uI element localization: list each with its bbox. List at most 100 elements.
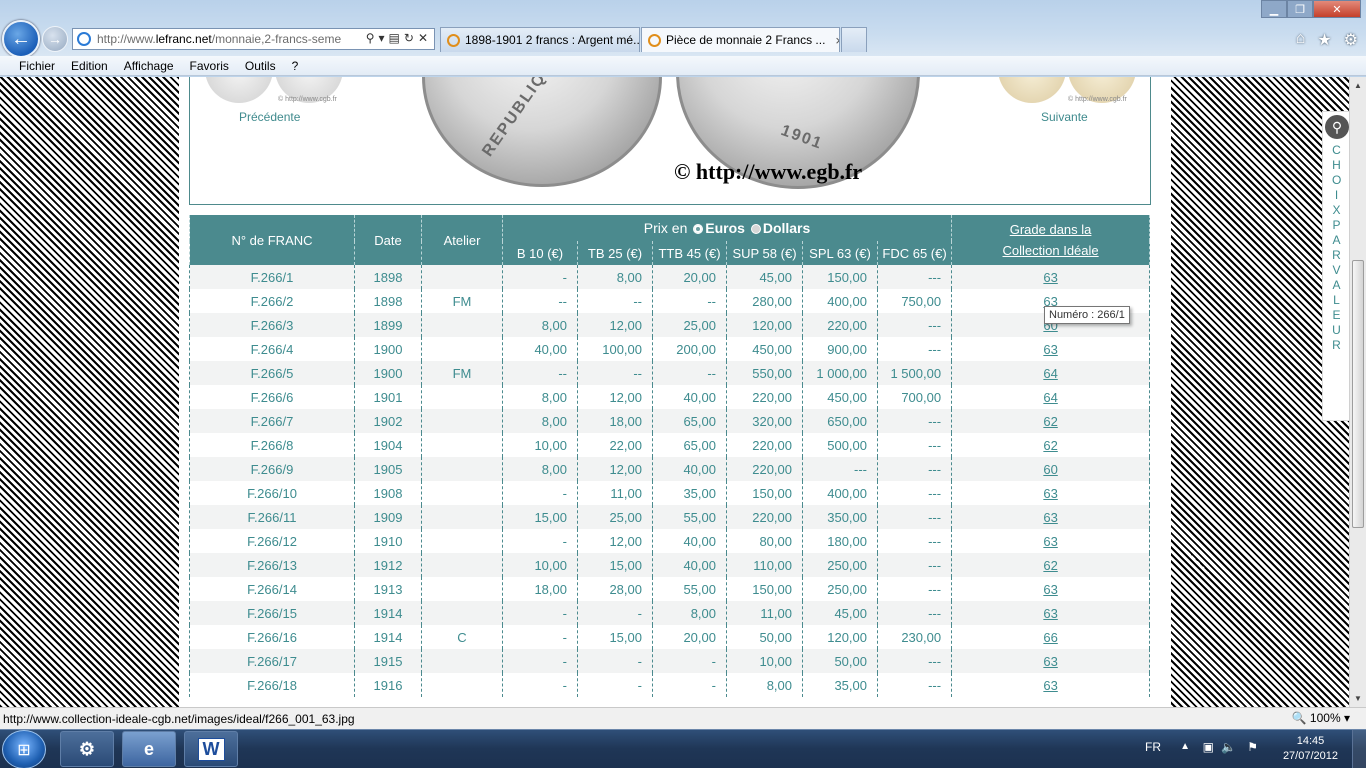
network-icon[interactable]: ▣ [1203, 740, 1214, 754]
coin-obverse[interactable] [422, 77, 662, 187]
table-cell-grade[interactable]: 63 [951, 265, 1151, 289]
table-cell-grade[interactable]: 62 [951, 553, 1151, 577]
table-cell-grade[interactable]: 62 [951, 433, 1151, 457]
volume-icon[interactable]: 🔈 [1221, 740, 1236, 754]
table-cell-fdc: --- [876, 649, 953, 673]
tray-expand-icon[interactable]: ▲ [1180, 741, 1190, 752]
menu-edition[interactable]: Edition [71, 59, 108, 73]
table-cell-ttb: 200,00 [652, 337, 727, 361]
forward-button[interactable]: → [42, 26, 68, 52]
table-cell-b: 8,00 [502, 385, 578, 409]
address-tools[interactable]: ⚲▾▤↻✕ [365, 31, 432, 45]
tab-1[interactable]: 1898-1901 2 francs : Argent mé... [440, 27, 640, 52]
euros-radio[interactable] [693, 224, 704, 235]
table-row: F.266/15 1914- -8,00 11,00 45,00 --- 63 [189, 601, 1151, 625]
table-cell-num: F.266/14 [189, 577, 355, 601]
taskbar-app-mixer[interactable]: ⚙ [60, 731, 114, 767]
grade-link[interactable]: Grade dans la Collection Idéale [1003, 222, 1099, 258]
table-cell-atelier: FM [421, 361, 503, 385]
table-cell-fdc: --- [876, 457, 953, 481]
table-row: F.266/8 1904 10,00 22,00 65,00 220,00 500,00 --… [189, 433, 1151, 457]
tab-2[interactable]: Pièce de monnaie 2 Francs ... × [641, 27, 840, 52]
taskbar-app-ie[interactable]: e [122, 731, 176, 767]
col-header-number: N° de FRANC [189, 215, 355, 265]
table-cell-grade[interactable]: 63 [951, 649, 1151, 673]
table-cell-grade[interactable]: 63 [951, 601, 1151, 625]
back-arrow-icon: ← [11, 27, 31, 50]
start-button[interactable]: ⊞ [2, 730, 46, 768]
menu-affichage[interactable]: Affichage [124, 59, 174, 73]
maximize-button[interactable]: ❐ [1287, 0, 1313, 18]
clock-date: 27/07/2012 [1282, 750, 1338, 762]
stop-icon[interactable]: ✕ [418, 31, 432, 45]
table-cell-sup: 220,00 [726, 505, 803, 529]
table-cell-ttb: 35,00 [652, 481, 727, 505]
table-cell-grade[interactable]: 64 [951, 361, 1151, 385]
table-cell-grade[interactable]: 63 [951, 529, 1151, 553]
table-cell-num: F.266/3 [189, 313, 355, 337]
table-cell-grade[interactable]: 64 [951, 385, 1151, 409]
language-indicator[interactable]: FR [1145, 740, 1161, 754]
back-button[interactable]: ← [2, 20, 40, 58]
table-cell-grade[interactable]: 63 [951, 577, 1151, 601]
table-cell-grade[interactable]: 63 [951, 505, 1151, 529]
clock[interactable]: 14:45 27/07/2012 [1283, 734, 1338, 764]
taskbar-app-word[interactable]: W [184, 731, 238, 767]
menu-favoris[interactable]: Favoris [190, 59, 229, 73]
table-cell-grade[interactable]: 60 [951, 457, 1151, 481]
table-cell-num: F.266/12 [189, 529, 355, 553]
favorites-star-icon[interactable]: ★ [1317, 30, 1331, 50]
scrollbar-thumb[interactable] [1352, 260, 1364, 528]
search-icon[interactable]: ⚲ [366, 31, 379, 45]
show-desktop-button[interactable] [1352, 730, 1366, 768]
dollars-radio[interactable] [750, 224, 761, 235]
choix-par-valeur-sidebar[interactable]: ⚲ CHOIX PAR VALEUR [1322, 111, 1349, 421]
table-cell-grade[interactable]: 66 [951, 625, 1151, 649]
prev-coin-thumbnail[interactable] [205, 77, 273, 103]
table-cell-b: 8,00 [502, 457, 578, 481]
menu-help[interactable]: ? [292, 59, 299, 73]
table-cell-atelier [421, 457, 503, 481]
scroll-up-icon[interactable]: ▲ [1350, 77, 1366, 94]
next-coin-thumbnail[interactable] [998, 77, 1066, 103]
table-row: F.266/6 1901 8,00 12,00 40,00 220,00 450,00 700… [189, 385, 1151, 409]
vertical-scrollbar[interactable]: ▲ ▼ [1349, 77, 1366, 707]
dollars-label[interactable]: Dollars [763, 220, 810, 236]
address-bar[interactable]: http://www. lefranc.net/monnaie,2-francs-… [72, 28, 435, 50]
table-row: F.266/18 1916- - -8,00 35,00 --- 63 [189, 673, 1151, 697]
table-cell-grade[interactable]: 63 [951, 673, 1151, 697]
table-cell-spl: 400,00 [802, 289, 878, 313]
table-cell-tb: 8,00 [577, 265, 653, 289]
table-cell-grade[interactable]: 63 [951, 337, 1151, 361]
zoom-control[interactable]: 🔍 100% ▾ [1292, 711, 1350, 725]
next-link[interactable]: Suivante [1041, 110, 1088, 124]
table-cell-grade[interactable]: 62 [951, 409, 1151, 433]
page-viewport: © http://www.cgb.fr Précédente REPUBLIQU… [0, 77, 1349, 707]
menu-outils[interactable]: Outils [245, 59, 276, 73]
table-cell-spl: 250,00 [802, 553, 878, 577]
previous-link[interactable]: Précédente [239, 110, 300, 124]
table-cell-tb: 12,00 [577, 529, 653, 553]
table-cell-grade[interactable]: 63 [951, 481, 1151, 505]
new-tab-button[interactable] [841, 27, 867, 52]
zoom-dropdown-icon: ▾ [1343, 711, 1350, 725]
table-cell-sup: 550,00 [726, 361, 803, 385]
table-cell-tb: 28,00 [577, 577, 653, 601]
compat-view-icon[interactable]: ▤ [389, 31, 404, 45]
home-icon[interactable]: ⌂ [1296, 30, 1306, 50]
close-window-button[interactable]: ✕ [1313, 0, 1361, 18]
euros-label[interactable]: Euros [705, 220, 745, 236]
table-cell-date: 1901 [354, 385, 422, 409]
scroll-down-icon[interactable]: ▼ [1350, 690, 1366, 707]
minimize-button[interactable]: ▁ [1261, 0, 1287, 18]
dropdown-icon[interactable]: ▾ [379, 31, 389, 45]
table-cell-sup: 220,00 [726, 433, 803, 457]
refresh-icon[interactable]: ↻ [404, 31, 418, 45]
tools-gear-icon[interactable]: ⚙ [1344, 30, 1358, 50]
table-cell-spl: 900,00 [802, 337, 878, 361]
table-cell-b: -- [502, 361, 578, 385]
coin-gallery: © http://www.cgb.fr Précédente REPUBLIQU… [189, 77, 1151, 205]
action-center-icon[interactable]: ⚑ [1247, 740, 1258, 754]
menu-fichier[interactable]: Fichier [19, 59, 55, 73]
tab-close-icon[interactable]: × [835, 33, 839, 48]
